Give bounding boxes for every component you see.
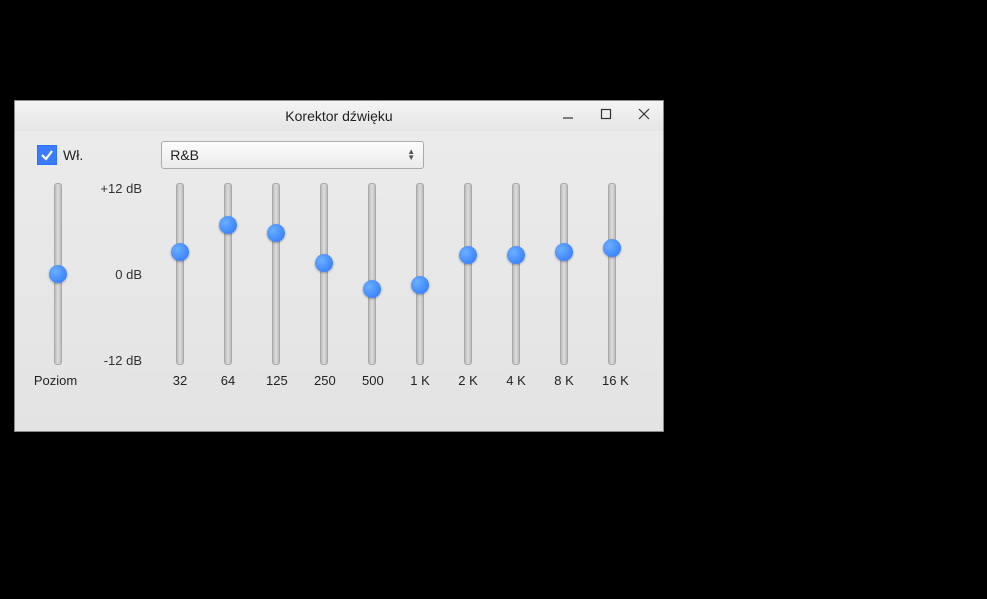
band-thumb[interactable] xyxy=(603,239,621,257)
callout-line-bands xyxy=(400,534,402,599)
band-label: 500 xyxy=(362,373,382,388)
band-column: 16 K xyxy=(602,183,622,388)
bands-row: 32 64 125 250 500 1 K 2 K 4 K 8 K 16 K xyxy=(170,183,622,388)
preamp-label: Poziom xyxy=(26,373,85,388)
equalizer-window: Korektor dźwięku Wł. R&B ▲▼ +12 dB xyxy=(14,100,664,432)
band-slider[interactable] xyxy=(560,183,568,365)
band-column: 8 K xyxy=(554,183,574,388)
controls-row: Wł. R&B ▲▼ xyxy=(15,131,663,175)
band-label: 250 xyxy=(314,373,334,388)
on-checkbox[interactable] xyxy=(37,145,57,165)
window-controls xyxy=(553,103,659,125)
db-max: +12 dB xyxy=(100,181,142,196)
band-column: 125 xyxy=(266,183,286,388)
band-column: 64 xyxy=(218,183,238,388)
band-column: 1 K xyxy=(410,183,430,388)
preamp-column: Poziom xyxy=(30,183,85,388)
close-button[interactable] xyxy=(629,103,659,125)
maximize-button[interactable] xyxy=(591,103,621,125)
band-label: 16 K xyxy=(602,373,622,388)
band-slider[interactable] xyxy=(368,183,376,365)
band-column: 2 K xyxy=(458,183,478,388)
band-column: 250 xyxy=(314,183,334,388)
on-label: Wł. xyxy=(63,147,83,163)
band-thumb[interactable] xyxy=(363,280,381,298)
band-slider[interactable] xyxy=(320,183,328,365)
chevron-updown-icon: ▲▼ xyxy=(407,149,415,161)
band-label: 125 xyxy=(266,373,286,388)
titlebar: Korektor dźwięku xyxy=(15,101,663,131)
band-label: 4 K xyxy=(506,373,526,388)
band-label: 32 xyxy=(170,373,190,388)
band-thumb[interactable] xyxy=(171,243,189,261)
band-slider[interactable] xyxy=(272,183,280,365)
band-slider[interactable] xyxy=(608,183,616,365)
db-min: -12 dB xyxy=(104,353,142,368)
band-slider[interactable] xyxy=(224,183,232,365)
bracket-bands xyxy=(170,520,636,536)
band-label: 1 K xyxy=(410,373,430,388)
band-column: 4 K xyxy=(506,183,526,388)
minimize-button[interactable] xyxy=(553,103,583,125)
band-slider[interactable] xyxy=(464,183,472,365)
band-column: 500 xyxy=(362,183,382,388)
band-thumb[interactable] xyxy=(219,216,237,234)
callout-line-sliders xyxy=(640,364,800,366)
band-slider[interactable] xyxy=(416,183,424,365)
band-thumb[interactable] xyxy=(507,246,525,264)
band-label: 64 xyxy=(218,373,238,388)
preamp-slider[interactable] xyxy=(54,183,62,365)
preset-select[interactable]: R&B ▲▼ xyxy=(161,141,424,169)
preamp-thumb[interactable] xyxy=(49,265,67,283)
preset-value: R&B xyxy=(170,147,199,163)
band-thumb[interactable] xyxy=(555,243,573,261)
band-slider[interactable] xyxy=(512,183,520,365)
band-label: 2 K xyxy=(458,373,478,388)
band-slider[interactable] xyxy=(176,183,184,365)
db-mid: 0 dB xyxy=(115,267,142,282)
window-title: Korektor dźwięku xyxy=(285,108,392,124)
band-thumb[interactable] xyxy=(315,254,333,272)
band-label: 8 K xyxy=(554,373,574,388)
band-thumb[interactable] xyxy=(411,276,429,294)
band-thumb[interactable] xyxy=(459,246,477,264)
callout-line-preamp xyxy=(57,524,59,599)
band-thumb[interactable] xyxy=(267,224,285,242)
band-column: 32 xyxy=(170,183,190,388)
equalizer-area: +12 dB 0 dB -12 dB Poziom 32 64 125 250 500 1… xyxy=(15,175,663,425)
